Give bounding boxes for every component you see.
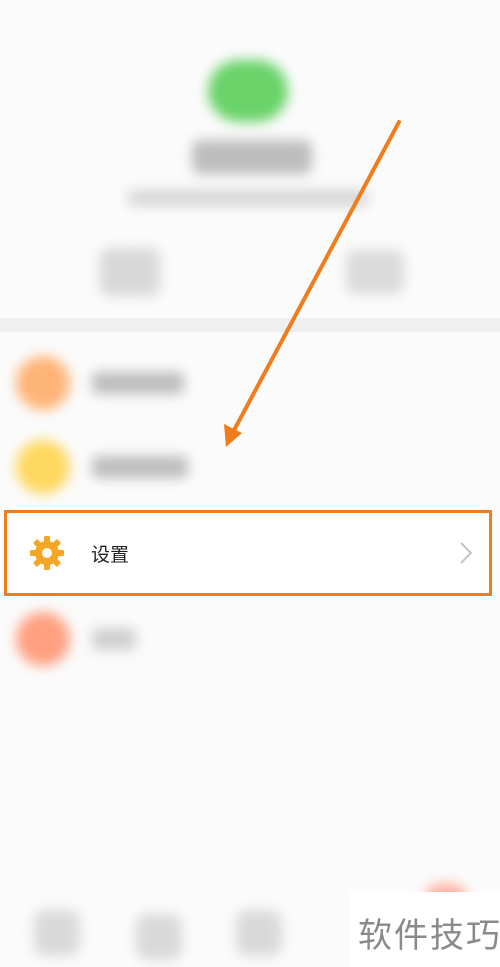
tab-2-icon-blurred[interactable] [136,914,182,960]
settings-label: 设置 [91,544,130,566]
tab-3-icon-blurred[interactable] [236,910,282,956]
menu-item-2-icon [16,440,70,494]
user-subtitle-blurred [128,190,368,206]
username-blurred [192,140,312,174]
menu-item-1-label-blurred[interactable] [92,372,184,394]
avatar[interactable] [208,60,288,122]
section-divider [0,318,500,332]
watermark: 软件技巧 [350,892,500,967]
gear-icon [30,536,64,570]
menu-item-1-icon [16,356,70,410]
chevron-right-icon [460,542,473,564]
app-screen: 设置 软件技巧 [0,0,500,967]
stat-right-blurred[interactable] [346,250,404,294]
menu-item-4-label-blurred[interactable] [92,628,136,650]
tab-1-icon-blurred[interactable] [34,910,80,956]
menu-item-2-label-blurred[interactable] [92,456,188,478]
watermark-text: 软件技巧 [358,916,500,956]
stat-left-blurred[interactable] [100,248,160,296]
menu-item-4-icon [16,612,70,666]
settings-menu-item[interactable]: 设置 [4,510,492,596]
